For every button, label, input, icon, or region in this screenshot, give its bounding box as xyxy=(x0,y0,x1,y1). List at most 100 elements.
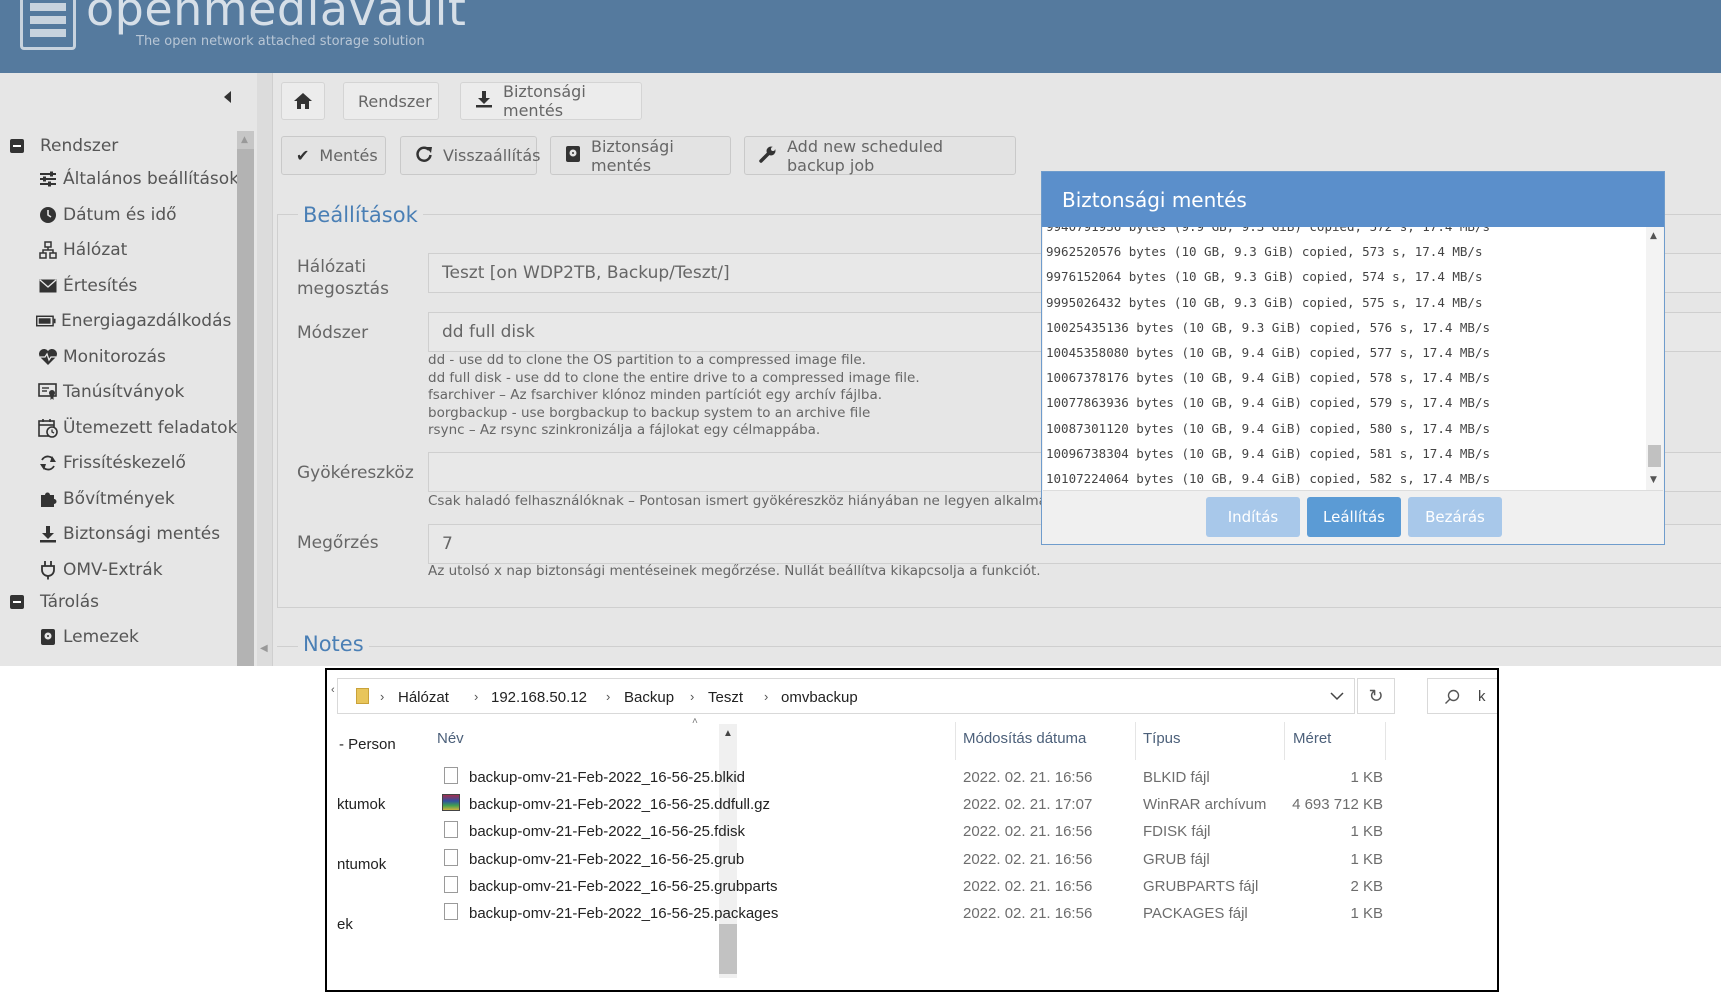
logo-subtitle: The open network attached storage soluti… xyxy=(136,34,425,49)
collapse-minus-icon[interactable] xyxy=(10,139,24,153)
chevron-down-icon[interactable] xyxy=(1330,692,1344,701)
root-device-label: Gyökéreszköz xyxy=(297,463,414,483)
path-chevron-icon: › xyxy=(690,689,695,704)
file-date: 2022. 02. 21. 16:56 xyxy=(963,850,1093,868)
search-box[interactable]: k xyxy=(1427,678,1497,714)
expand-left-icon[interactable]: ◀ xyxy=(260,643,268,654)
scroll-up-icon[interactable]: ▲ xyxy=(241,135,248,145)
file-row[interactable]: backup-omv-21-Feb-2022_16-56-25.fdisk 202… xyxy=(327,819,1497,845)
file-name: backup-omv-21-Feb-2022_16-56-25.ddfull.g… xyxy=(469,796,771,814)
nav-group-rendszer[interactable]: Rendszer xyxy=(10,131,118,161)
sidebar-item-12[interactable]: OMV-Extrák xyxy=(38,555,163,585)
sidebar-item-10[interactable]: Bővítmények xyxy=(38,484,175,514)
file-row[interactable]: backup-omv-21-Feb-2022_16-56-25.grubpart… xyxy=(327,874,1497,900)
sidebar-item-3[interactable]: Hálózat xyxy=(38,235,127,265)
path-segment[interactable]: Teszt xyxy=(708,689,743,706)
nav-group-tarolas[interactable]: Tárolás xyxy=(10,587,99,617)
sidebar-item-label: Általános beállítások xyxy=(63,169,240,189)
nav-pane-item[interactable]: - Person xyxy=(339,736,396,753)
retention-label: Megőrzés xyxy=(297,533,379,553)
sidebar-item-2[interactable]: Dátum és idő xyxy=(38,200,177,230)
nav-group-label: Tárolás xyxy=(40,592,100,612)
column-divider[interactable] xyxy=(955,722,956,760)
collapse-sidebar-icon[interactable] xyxy=(222,90,232,104)
add-scheduled-job-button[interactable]: Add new scheduled backup job xyxy=(744,136,1016,175)
log-line: 10045358080 bytes (10 GB, 9.4 GiB) copie… xyxy=(1046,345,1491,360)
method-hint: borgbackup - use borgbackup to backup sy… xyxy=(428,405,871,421)
file-name: backup-omv-21-Feb-2022_16-56-25.grubpart… xyxy=(469,877,778,895)
path-segment[interactable]: Hálózat xyxy=(398,689,449,706)
puzzle-icon xyxy=(38,489,58,509)
sidebar-item-9[interactable]: Frissítéskezelő xyxy=(38,448,186,478)
backup-dialog: Biztonsági mentés 9940791936 bytes (9.9 … xyxy=(1041,171,1665,545)
file-icon xyxy=(444,848,458,866)
column-header-date[interactable]: Módosítás dátuma xyxy=(963,730,1086,747)
column-header-size[interactable]: Méret xyxy=(1293,730,1331,747)
stop-button[interactable]: Leállítás xyxy=(1307,497,1401,537)
column-header-type[interactable]: Típus xyxy=(1143,730,1181,747)
sidebar-item-lemezek[interactable]: Lemezek xyxy=(38,622,139,652)
sliders-icon xyxy=(38,169,58,189)
backup-button[interactable]: Biztonsági mentés xyxy=(550,136,731,175)
column-header-name[interactable]: Név xyxy=(437,730,464,747)
log-line: 10087301120 bytes (10 GB, 9.4 GiB) copie… xyxy=(1046,420,1491,436)
sidebar-resizer[interactable]: ◀ xyxy=(257,73,273,666)
stop-button-label: Leállítás xyxy=(1323,508,1385,526)
sidebar-item-5[interactable]: Energiagazdálkodás xyxy=(36,306,231,336)
scroll-up-icon[interactable]: ▲ xyxy=(723,728,733,739)
collapse-minus-icon[interactable] xyxy=(10,595,24,609)
breadcrumb-home[interactable] xyxy=(281,82,325,120)
scroll-down-icon[interactable]: ▼ xyxy=(1650,475,1657,485)
log-line: 10067378176 bytes (10 GB, 9.4 GiB) copie… xyxy=(1046,370,1491,386)
file-row[interactable]: backup-omv-21-Feb-2022_16-56-25.packages… xyxy=(327,901,1497,927)
sidebar-item-11[interactable]: Biztonsági mentés xyxy=(38,519,220,549)
refresh-button[interactable]: ↻ xyxy=(1357,678,1395,714)
app-header: openmediavault The open network attached… xyxy=(0,0,1721,73)
sidebar-scrollbar[interactable]: ▲ xyxy=(237,131,254,666)
omv-window: openmediavault The open network attached… xyxy=(0,0,1721,666)
column-divider[interactable] xyxy=(1135,722,1136,760)
file-row[interactable]: backup-omv-21-Feb-2022_16-56-25.grub 2022… xyxy=(327,847,1497,873)
scroll-up-icon[interactable]: ▲ xyxy=(1650,231,1657,241)
breadcrumb-rendszer[interactable]: Rendszer xyxy=(343,82,439,120)
method-label: Módszer xyxy=(297,323,369,343)
path-segment[interactable]: omvbackup xyxy=(781,689,858,706)
search-icon xyxy=(1445,689,1460,704)
scrollbar-thumb[interactable] xyxy=(237,149,254,666)
file-name: backup-omv-21-Feb-2022_16-56-25.packages xyxy=(469,905,779,922)
column-divider[interactable] xyxy=(1385,722,1386,760)
sidebar-item-4[interactable]: Értesítés xyxy=(38,271,137,301)
sidebar-item-7[interactable]: Tanúsítványok xyxy=(38,377,184,407)
start-button[interactable]: Indítás xyxy=(1206,497,1300,537)
sidebar-item-label: Frissítéskezelő xyxy=(63,453,186,473)
scrollbar-thumb[interactable] xyxy=(1648,445,1661,467)
sidebar-item-1[interactable]: Általános beállítások xyxy=(38,164,239,194)
file-explorer: ‹ › Hálózat › 192.168.50.12 › Backup › T… xyxy=(325,668,1499,992)
notes-legend: Notes xyxy=(298,632,369,656)
sidebar-item-6[interactable]: Monitorozás xyxy=(38,342,166,372)
file-row[interactable]: backup-omv-21-Feb-2022_16-56-25.blkid 202… xyxy=(327,765,1497,791)
save-button[interactable]: ✔ Mentés xyxy=(281,136,386,175)
file-row[interactable]: backup-omv-21-Feb-2022_16-56-25.ddfull.g… xyxy=(327,792,1497,818)
network-icon xyxy=(38,240,58,260)
restore-button[interactable]: Visszaállítás xyxy=(400,136,540,175)
address-bar[interactable]: › Hálózat › 192.168.50.12 › Backup › Tes… xyxy=(337,678,1355,714)
log-line: 9976152064 bytes (10 GB, 9.3 GiB) copied… xyxy=(1046,269,1483,285)
root-device-hint: Csak haladó felhasználóknak – Pontosan i… xyxy=(428,493,1075,509)
heartbeat-icon xyxy=(38,347,58,367)
sidebar-item-label: Monitorozás xyxy=(63,346,166,367)
refresh-icon xyxy=(38,453,58,473)
file-size: 1 KB xyxy=(1350,905,1383,922)
file-type: BLKID fájl xyxy=(1143,769,1210,786)
breadcrumb-backup[interactable]: Biztonsági mentés xyxy=(460,82,642,120)
log-scrollbar[interactable]: ▲ ▼ xyxy=(1646,227,1663,490)
file-type: GRUBPARTS fájl xyxy=(1143,877,1259,895)
sidebar-item-8[interactable]: Ütemezett feladatok xyxy=(38,413,237,443)
path-segment[interactable]: Backup xyxy=(624,689,674,706)
close-button[interactable]: Bezárás xyxy=(1408,497,1502,537)
path-segment[interactable]: 192.168.50.12 xyxy=(491,689,587,706)
column-divider[interactable] xyxy=(1284,722,1285,760)
back-chevron-icon[interactable]: ‹ xyxy=(331,684,335,696)
file-icon xyxy=(444,875,458,893)
scrollbar-thumb[interactable] xyxy=(719,924,737,974)
